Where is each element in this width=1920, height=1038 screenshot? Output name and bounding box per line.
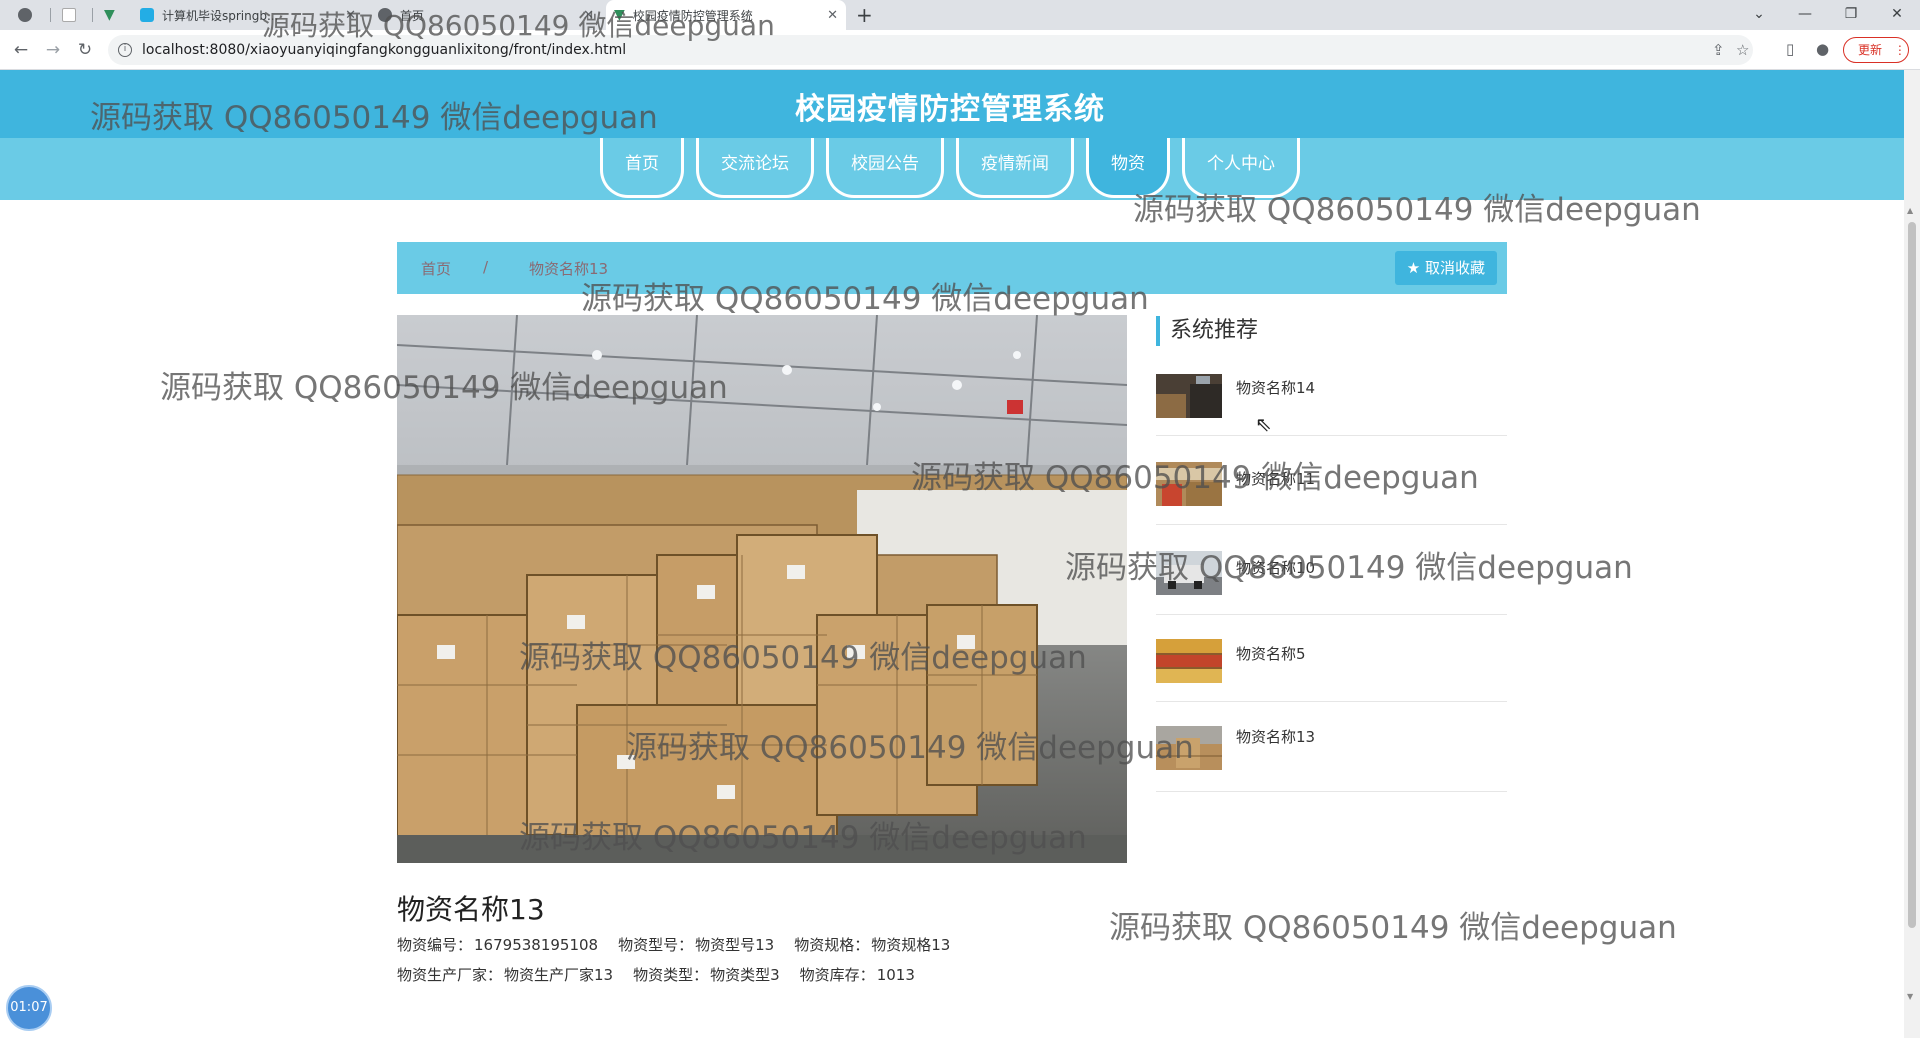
update-label: 更新 [1858,43,1883,57]
scrollbar-thumb[interactable] [1908,222,1916,928]
tab-search-icon[interactable]: ⌄ [1736,0,1782,30]
site-header: 校园疫情防控管理系统 [0,70,1920,138]
field-value: 1679538195108 [474,936,599,954]
browser-tab[interactable]: 计算机毕设springb... ✕ [132,0,364,30]
nav-notice[interactable]: 校园公告 [826,138,944,198]
product-image [397,315,1127,863]
main-nav: 首页 交流论坛 校园公告 疫情新闻 物资 个人中心 [0,138,1920,200]
recommend-title: 系统推荐 [1156,316,1258,346]
browser-tab-bar: ▼ 计算机毕设springb... ✕ 首页 ✕ ▼ 校园疫情防控管理系统 ✕ … [0,0,1920,30]
side-panel-icon[interactable]: ▯ [1786,40,1794,58]
field-value: 物资型号13 [695,936,775,954]
star-icon: ★ [1406,259,1421,277]
browser-tab[interactable] [54,0,90,30]
nav-personal-center[interactable]: 个人中心 [1182,138,1300,198]
globe-icon [378,8,392,22]
vue-icon: ▼ [614,7,625,23]
browser-tab[interactable] [10,0,46,30]
breadcrumb-current: 物资名称13 [529,260,609,278]
field-label: 物资编号： [397,936,473,954]
breadcrumb-separator: / [483,258,489,276]
browser-tab-active[interactable]: ▼ 校园疫情防控管理系统 ✕ [606,0,846,30]
close-tab-icon[interactable]: ✕ [583,8,594,23]
recommend-thumbnail[interactable] [1156,639,1222,683]
field-value: 物资规格13 [871,936,951,954]
recommend-thumbnail[interactable] [1156,374,1222,418]
recommend-item[interactable]: 物资名称13 [1156,722,1507,792]
tab-title: 首页 [400,8,425,23]
minimize-icon[interactable]: — [1782,0,1828,30]
menu-dots-icon: ⋮ [1893,43,1906,57]
restore-icon[interactable]: ❐ [1828,0,1874,30]
nav-news[interactable]: 疫情新闻 [956,138,1074,198]
scroll-up-icon[interactable]: ▲ [1907,206,1913,215]
unfavorite-label: 取消收藏 [1424,259,1485,277]
blank-page-icon [62,8,76,22]
address-bar: ← → ↻ i localhost:8080/xiaoyuanyiqingfan… [0,30,1920,70]
profile-icon[interactable]: ● [1816,40,1829,58]
browser-tab[interactable]: 首页 ✕ [370,0,602,30]
recording-timer: 01:07 [6,985,52,1031]
url-text[interactable]: localhost:8080/xiaoyuanyiqingfangkonggua… [142,42,626,58]
browser-tab[interactable]: ▼ [96,0,132,30]
product-info-line: 物资编号： 1679538195108 物资型号： 物资型号13 物资规格： 物资规格13 [397,934,952,955]
field-value: 1013 [876,966,915,984]
tab-title: 计算机毕设springb... [162,8,279,23]
field-value: 物资类型3 [710,966,780,984]
close-window-icon[interactable]: ✕ [1874,0,1920,30]
recommend-item[interactable]: 物资名称11 [1156,458,1507,525]
star-icon[interactable]: ☆ [1736,41,1749,59]
field-label: 物资型号： [618,936,694,954]
generic-icon [18,8,32,22]
recommend-item[interactable]: 物资名称5 [1156,637,1507,702]
recommend-name[interactable]: 物资名称5 [1236,643,1306,664]
nav-home[interactable]: 首页 [600,138,684,198]
mouse-cursor-icon: ⇖ [1255,412,1272,436]
unfavorite-button[interactable]: ★ 取消收藏 [1394,251,1497,285]
reload-icon[interactable]: ↻ [73,38,97,62]
bilibili-icon [140,8,154,22]
tab-title: 校园疫情防控管理系统 [632,8,753,23]
recommend-name[interactable]: 物资名称11 [1236,468,1315,489]
field-label: 物资生产厂家： [397,966,503,984]
product-info-line: 物资生产厂家： 物资生产厂家13 物资类型： 物资类型3 物资库存： 1013 [397,964,917,985]
scroll-down-icon[interactable]: ▼ [1907,992,1913,1001]
field-label: 物资规格： [794,936,870,954]
update-button[interactable]: 更新 ⋮ [1843,37,1909,63]
close-tab-icon[interactable]: ✕ [345,8,356,23]
recommend-thumbnail[interactable] [1156,551,1222,595]
field-value: 物资生产厂家13 [504,966,614,984]
field-label: 物资类型： [633,966,709,984]
recommend-thumbnail[interactable] [1156,462,1222,506]
breadcrumb-home[interactable]: 首页 [421,258,451,279]
forward-icon[interactable]: → [41,38,65,62]
nav-forum[interactable]: 交流论坛 [696,138,814,198]
new-tab-icon[interactable]: + [856,3,873,27]
share-icon[interactable]: ⇪ [1712,41,1725,59]
nav-supplies[interactable]: 物资 [1086,138,1170,198]
recommend-name[interactable]: 物资名称13 [1236,726,1315,747]
back-icon[interactable]: ← [9,38,33,62]
recommend-item[interactable]: 物资名称10 [1156,547,1507,615]
recommend-name[interactable]: 物资名称10 [1236,557,1315,578]
site-title: 校园疫情防控管理系统 [795,92,1105,127]
product-title: 物资名称13 [397,893,545,926]
breadcrumb: 首页 / 物资名称13 ★ 取消收藏 [397,242,1507,294]
page: 校园疫情防控管理系统 首页 交流论坛 校园公告 疫情新闻 物资 个人中心 首页 … [0,70,1920,1038]
recommend-name[interactable]: 物资名称14 [1236,377,1315,398]
vue-icon: ▼ [104,7,115,23]
omnibox[interactable]: i localhost:8080/xiaoyuanyiqingfangkongg… [108,35,1753,65]
site-info-icon[interactable]: i [118,43,132,57]
recommend-item[interactable]: 物资名称14 [1156,372,1507,436]
page-scrollbar[interactable]: ▲ ▼ [1904,70,1920,1038]
close-tab-icon[interactable]: ✕ [827,8,838,23]
field-label: 物资库存： [799,966,875,984]
recommend-thumbnail[interactable] [1156,726,1222,770]
